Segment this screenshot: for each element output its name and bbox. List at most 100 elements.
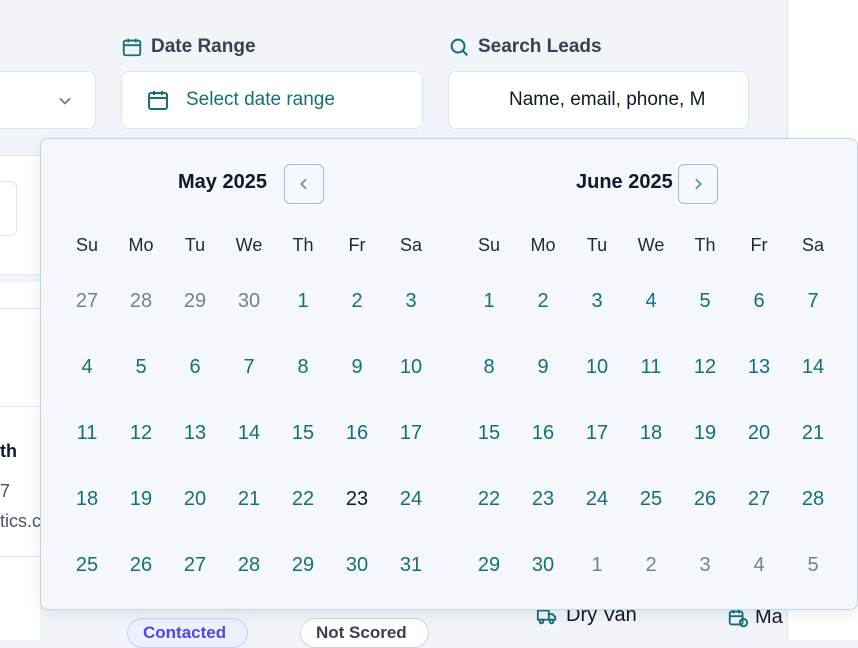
calendar-day[interactable]: 26 bbox=[678, 479, 732, 519]
calendar-day[interactable]: 6 bbox=[168, 347, 222, 387]
calendar-day[interactable]: 18 bbox=[624, 413, 678, 453]
calendar-day[interactable]: 12 bbox=[678, 347, 732, 387]
search-leads-label-text: Search Leads bbox=[478, 36, 602, 57]
calendar-day[interactable]: 19 bbox=[114, 479, 168, 519]
calendar-day[interactable]: 13 bbox=[168, 413, 222, 453]
search-input[interactable]: Name, email, phone, M bbox=[448, 71, 749, 129]
status-badge: Contacted bbox=[127, 618, 248, 648]
calendar-day[interactable]: 20 bbox=[732, 413, 786, 453]
chevron-down-icon bbox=[59, 97, 71, 105]
search-input-value: Name, email, phone, M bbox=[509, 89, 706, 110]
calendar-day-outside[interactable]: 5 bbox=[786, 545, 840, 585]
calendar-day[interactable]: 24 bbox=[384, 479, 438, 519]
calendar-day[interactable]: 15 bbox=[276, 413, 330, 453]
calendar-day[interactable]: 4 bbox=[60, 347, 114, 387]
calendar-day[interactable]: 9 bbox=[330, 347, 384, 387]
weekday-header: Fr bbox=[750, 235, 768, 255]
weekday-header: Sa bbox=[399, 235, 423, 255]
calendar-day[interactable]: 11 bbox=[60, 413, 114, 453]
calendar-day[interactable]: 20 bbox=[168, 479, 222, 519]
calendar-day-outside[interactable]: 29 bbox=[168, 281, 222, 321]
calendar-day[interactable]: 18 bbox=[60, 479, 114, 519]
calendar-day[interactable]: 2 bbox=[330, 281, 384, 321]
calendar-day[interactable]: 12 bbox=[114, 413, 168, 453]
calendar-day[interactable]: 1 bbox=[276, 281, 330, 321]
calendar-day[interactable]: 23 bbox=[330, 479, 384, 519]
calendar-day[interactable]: 30 bbox=[330, 545, 384, 585]
date-range-placeholder: Select date range bbox=[186, 89, 335, 110]
weekday-header: Su bbox=[75, 235, 99, 255]
calendar-day[interactable]: 7 bbox=[786, 281, 840, 321]
date-range-calendar-popover: May 2025 June 2025 Su Mo Tu We Th Fr Sa 27 28 29 3… bbox=[40, 138, 858, 610]
filter-select[interactable] bbox=[0, 71, 96, 129]
calendar-day[interactable]: 5 bbox=[678, 281, 732, 321]
calendar-day[interactable]: 28 bbox=[222, 545, 276, 585]
calendar-day[interactable]: 6 bbox=[732, 281, 786, 321]
weekday-header: Mo bbox=[128, 235, 154, 255]
calendar-day[interactable]: 2 bbox=[516, 281, 570, 321]
calendar-day-outside[interactable]: 4 bbox=[732, 545, 786, 585]
calendar-day[interactable]: 3 bbox=[384, 281, 438, 321]
calendar-day[interactable]: 8 bbox=[462, 347, 516, 387]
calendar-day[interactable]: 25 bbox=[624, 479, 678, 519]
lead-email: tics.c bbox=[0, 511, 42, 531]
calendar-day[interactable]: 17 bbox=[570, 413, 624, 453]
calendar-day[interactable]: 10 bbox=[570, 347, 624, 387]
calendar-day-outside[interactable]: 28 bbox=[114, 281, 168, 321]
calendar-day[interactable]: 11 bbox=[624, 347, 678, 387]
calendar-day[interactable]: 16 bbox=[330, 413, 384, 453]
calendar-day[interactable]: 19 bbox=[678, 413, 732, 453]
calendar-day-outside[interactable]: 1 bbox=[570, 545, 624, 585]
calendar-day[interactable]: 14 bbox=[222, 413, 276, 453]
score-badge: Not Scored bbox=[300, 618, 429, 648]
weekday-header: Fr bbox=[348, 235, 366, 255]
calendar-day[interactable]: 27 bbox=[732, 479, 786, 519]
calendar-day[interactable]: 21 bbox=[786, 413, 840, 453]
calendar-day[interactable]: 13 bbox=[732, 347, 786, 387]
date-range-label: Date Range bbox=[121, 36, 256, 58]
chevron-right-icon bbox=[695, 178, 702, 190]
calendar-day[interactable]: 22 bbox=[462, 479, 516, 519]
month-title-may: May 2025 bbox=[178, 171, 267, 193]
calendar-day[interactable]: 26 bbox=[114, 545, 168, 585]
calendar-day[interactable]: 1 bbox=[462, 281, 516, 321]
calendar-day[interactable]: 4 bbox=[624, 281, 678, 321]
calendar-day-outside[interactable]: 27 bbox=[60, 281, 114, 321]
date-range-button[interactable]: Select date range bbox=[121, 71, 423, 129]
calendar-day[interactable]: 31 bbox=[384, 545, 438, 585]
next-month-button[interactable] bbox=[678, 164, 718, 204]
calendar-day[interactable]: 30 bbox=[516, 545, 570, 585]
divider bbox=[0, 308, 40, 309]
calendar-day[interactable]: 27 bbox=[168, 545, 222, 585]
calendar-day[interactable]: 7 bbox=[222, 347, 276, 387]
calendar-day[interactable]: 24 bbox=[570, 479, 624, 519]
calendar-day-outside[interactable]: 30 bbox=[222, 281, 276, 321]
lead-name: th bbox=[0, 441, 17, 461]
calendar-day[interactable]: 15 bbox=[462, 413, 516, 453]
weekday-header: Mo bbox=[530, 235, 556, 255]
calendar-day[interactable]: 29 bbox=[276, 545, 330, 585]
calendar-icon bbox=[122, 38, 142, 57]
weekday-header: Th bbox=[292, 235, 314, 255]
calendar-day[interactable]: 25 bbox=[60, 545, 114, 585]
calendar-day-outside[interactable]: 3 bbox=[678, 545, 732, 585]
calendar-day[interactable]: 8 bbox=[276, 347, 330, 387]
previous-month-button[interactable] bbox=[284, 164, 324, 204]
calendar-day[interactable]: 17 bbox=[384, 413, 438, 453]
calendar-day[interactable]: 16 bbox=[516, 413, 570, 453]
search-icon bbox=[450, 38, 468, 56]
calendar-day[interactable]: 28 bbox=[786, 479, 840, 519]
weekday-header: We bbox=[235, 235, 263, 255]
calendar-day[interactable]: 9 bbox=[516, 347, 570, 387]
calendar-day[interactable]: 22 bbox=[276, 479, 330, 519]
calendar-day[interactable]: 5 bbox=[114, 347, 168, 387]
calendar-day-outside[interactable]: 2 bbox=[624, 545, 678, 585]
calendar-day[interactable]: 3 bbox=[570, 281, 624, 321]
calendar-day[interactable]: 14 bbox=[786, 347, 840, 387]
weekday-header: Tu bbox=[184, 235, 206, 255]
calendar-day[interactable]: 29 bbox=[462, 545, 516, 585]
calendar-day[interactable]: 23 bbox=[516, 479, 570, 519]
calendar-day[interactable]: 10 bbox=[384, 347, 438, 387]
weekday-header: Tu bbox=[586, 235, 608, 255]
calendar-day[interactable]: 21 bbox=[222, 479, 276, 519]
